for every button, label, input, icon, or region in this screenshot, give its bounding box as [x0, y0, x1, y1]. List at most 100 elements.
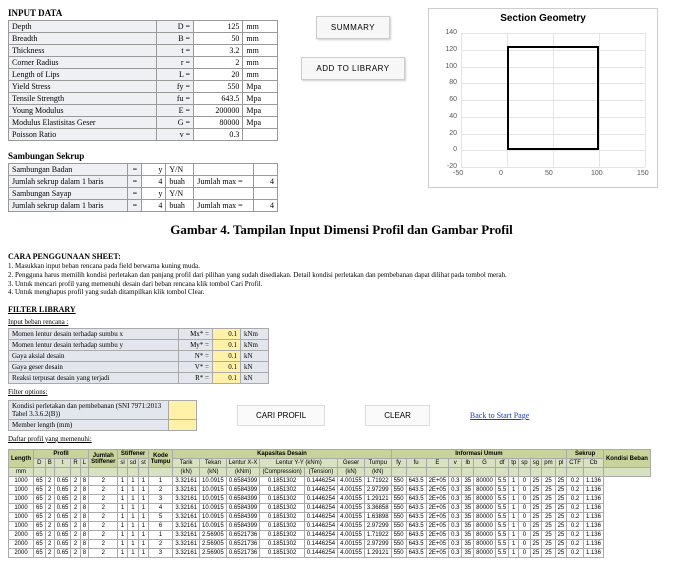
- filter-value-input[interactable]: 0.1: [213, 351, 241, 362]
- samb-value-input[interactable]: y: [142, 188, 166, 200]
- section-shape: [507, 46, 553, 151]
- dim-value-input[interactable]: 20: [194, 69, 243, 81]
- samb-yn: Y/N: [166, 164, 194, 176]
- filter-sym: N* =: [179, 351, 213, 362]
- filter-unit: kN: [241, 351, 269, 362]
- x-tick: 0: [499, 170, 503, 177]
- dim-unit: mm: [243, 57, 278, 69]
- samb-jl: Jumlah max =: [194, 176, 254, 188]
- samb-jv: 4: [254, 176, 278, 188]
- dim-symbol: B =: [157, 33, 194, 45]
- dim-value-input[interactable]: 200000: [194, 105, 243, 117]
- table-row: 10006520.6528211133.3216110.09150.658439…: [9, 495, 651, 504]
- y-tick: 100: [439, 63, 457, 70]
- filter-value-input[interactable]: 0.1: [213, 362, 241, 373]
- dim-label: Depth: [9, 21, 157, 33]
- dim-value-input[interactable]: 125: [194, 21, 243, 33]
- y-tick: 80: [439, 79, 457, 86]
- table-row: 20006520.6528211113.321612.569050.652173…: [9, 531, 651, 540]
- filter-unit: kN: [241, 373, 269, 384]
- samb-eq: =: [128, 188, 142, 200]
- dim-symbol: v =: [157, 129, 194, 141]
- summary-button[interactable]: SUMMARY: [316, 16, 390, 39]
- dim-symbol: r =: [157, 57, 194, 69]
- table-row: 10006520.6528211163.3216110.09150.658439…: [9, 522, 651, 531]
- opt-length-input[interactable]: [169, 420, 197, 431]
- dim-value-input[interactable]: 80000: [194, 117, 243, 129]
- filter-input-table: Momen lentur desain terhadap sumbu xMx* …: [8, 328, 269, 384]
- instructions: CARA PENGGUNAAN SHEET: 1. Masukkan input…: [8, 252, 675, 297]
- samb-eq: =: [128, 200, 142, 212]
- samb-jl: [194, 188, 254, 200]
- dim-unit: mm: [243, 69, 278, 81]
- dim-symbol: E =: [157, 105, 194, 117]
- y-tick: 40: [439, 113, 457, 120]
- samb-value-input[interactable]: 4: [142, 176, 166, 188]
- samb-label: Jumlah sekrup dalam 1 baris: [9, 200, 128, 212]
- samb-jv: [254, 164, 278, 176]
- dim-symbol: fy =: [157, 81, 194, 93]
- samb-label: Jumlah sekrup dalam 1 baris: [9, 176, 128, 188]
- dim-unit: [243, 129, 278, 141]
- filter-sym: R* =: [179, 373, 213, 384]
- x-tick: 100: [591, 170, 603, 177]
- dim-label: Breadth: [9, 33, 157, 45]
- section-geometry-chart: Section Geometry -50050100150-2002040608…: [428, 8, 658, 188]
- dim-value-input[interactable]: 0.3: [194, 129, 243, 141]
- filter-label: Momen lentur desain terhadap sumbu y: [9, 340, 179, 351]
- dim-value-input[interactable]: 3.2: [194, 45, 243, 57]
- filter-options-label: Filter options:: [8, 388, 675, 396]
- x-tick: 50: [545, 170, 553, 177]
- cari-profil-button[interactable]: CARI PROFIL: [237, 405, 325, 426]
- dim-value-input[interactable]: 2: [194, 57, 243, 69]
- sambungan-title: Sambungan Sekrup: [8, 151, 278, 161]
- filter-label: Gaya geser desain: [9, 362, 179, 373]
- input-beban-label: Input beban rencana :: [8, 318, 675, 326]
- dim-label: Poisson Ratio: [9, 129, 157, 141]
- samb-value-input[interactable]: 4: [142, 200, 166, 212]
- table-row: 10006520.6528211113.3216110.09150.658439…: [9, 477, 651, 486]
- filter-library-title: FILTER LIBRARY: [8, 305, 675, 314]
- filter-label: Momen lentur desain terhadap sumbu x: [9, 329, 179, 340]
- filter-value-input[interactable]: 0.1: [213, 329, 241, 340]
- filter-sym: V* =: [179, 362, 213, 373]
- dim-label: Corner Radius: [9, 57, 157, 69]
- dim-value-input[interactable]: 50: [194, 33, 243, 45]
- table-row: 10006520.6528211143.3216110.09150.658439…: [9, 504, 651, 513]
- chart-title: Section Geometry: [429, 13, 657, 24]
- y-tick: 60: [439, 96, 457, 103]
- y-tick: 140: [439, 29, 457, 36]
- opt-perletakan-input[interactable]: [169, 401, 197, 420]
- opt-length-label: Member length (mm): [9, 420, 169, 431]
- dim-symbol: t =: [157, 45, 194, 57]
- dim-value-input[interactable]: 643.5: [194, 93, 243, 105]
- table-row: 10006520.6528211153.3216110.09150.658439…: [9, 513, 651, 522]
- back-link[interactable]: Back to Start Page: [470, 411, 529, 420]
- filter-value-input[interactable]: 0.1: [213, 340, 241, 351]
- samb-yn: buah: [166, 176, 194, 188]
- instructions-title: CARA PENGGUNAAN SHEET:: [8, 252, 675, 262]
- dim-symbol: L =: [157, 69, 194, 81]
- dimensions-table: DepthD =125mmBreadthB =50mmThicknesst =3…: [8, 20, 278, 141]
- section-title: INPUT DATA: [8, 8, 278, 18]
- dim-value-input[interactable]: 550: [194, 81, 243, 93]
- samb-jl: [194, 164, 254, 176]
- dim-unit: Mpa: [243, 117, 278, 129]
- sambungan-table: Sambungan Badan=yY/NJumlah sekrup dalam …: [8, 163, 278, 212]
- filter-value-input[interactable]: 0.1: [213, 373, 241, 384]
- dim-symbol: G =: [157, 117, 194, 129]
- clear-button[interactable]: CLEAR: [365, 405, 430, 426]
- add-to-library-button[interactable]: ADD TO LIBRARY: [301, 57, 404, 80]
- opt-perletakan-label: Kondisi perletakan dan pembebanan (SNI 7…: [9, 401, 169, 420]
- y-tick: 0: [439, 146, 457, 153]
- samb-jl: Jumlah max =: [194, 200, 254, 212]
- table-row: 20006520.6528211133.321612.569050.652173…: [9, 549, 651, 558]
- samb-value-input[interactable]: y: [142, 164, 166, 176]
- samb-eq: =: [128, 176, 142, 188]
- instruction-line: 2. Pengguna harus memilih kondisi perlet…: [8, 271, 675, 280]
- table-row: 20006520.6528211123.321612.569050.652173…: [9, 540, 651, 549]
- dim-symbol: fu =: [157, 93, 194, 105]
- table-row: 10006520.6528211123.3216110.09150.658439…: [9, 486, 651, 495]
- filter-options-table: Kondisi perletakan dan pembebanan (SNI 7…: [8, 400, 197, 431]
- filter-sym: Mx* =: [179, 329, 213, 340]
